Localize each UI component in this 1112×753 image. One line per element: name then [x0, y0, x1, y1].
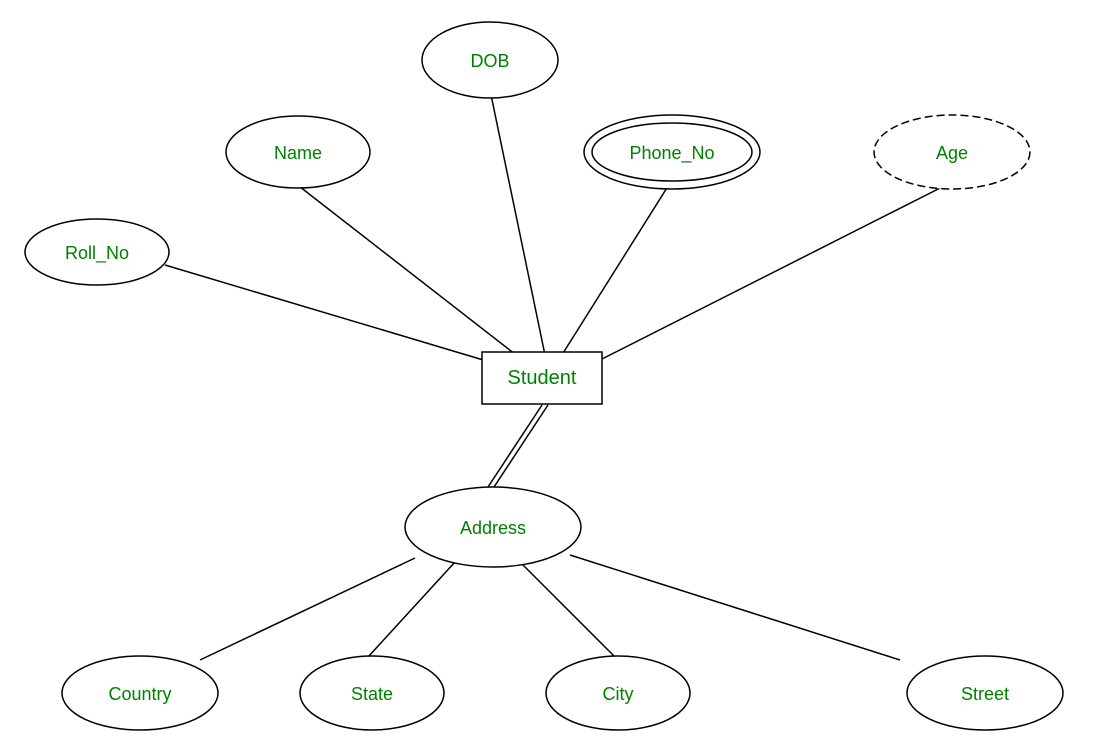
line-address-country: [200, 558, 415, 660]
rollno-label: Roll_No: [65, 243, 129, 264]
phone-label: Phone_No: [629, 143, 714, 164]
line-student-phone: [560, 183, 670, 358]
line-student-address-2: [494, 405, 548, 487]
state-label: State: [351, 684, 393, 704]
city-label: City: [603, 684, 634, 704]
address-label: Address: [460, 518, 526, 538]
line-student-name: [295, 183, 520, 358]
line-student-dob: [490, 90, 545, 355]
country-label: Country: [108, 684, 171, 704]
line-student-address-1: [488, 405, 542, 487]
student-label: Student: [508, 367, 577, 389]
line-address-state: [368, 562, 455, 657]
street-label: Street: [961, 684, 1009, 704]
line-student-rollno: [165, 265, 490, 362]
dob-label: DOB: [470, 51, 509, 71]
line-address-street: [570, 555, 900, 660]
name-label: Name: [274, 143, 322, 163]
line-address-city: [520, 562, 615, 657]
age-label: Age: [936, 143, 968, 163]
